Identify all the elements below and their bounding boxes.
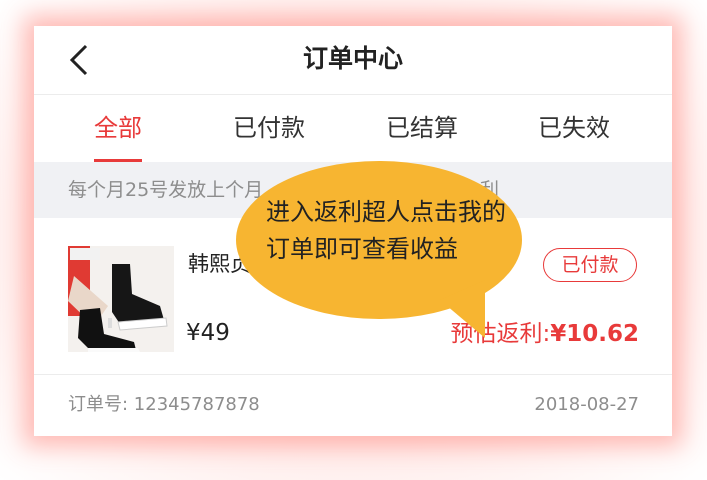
status-badge: 已付款 <box>543 248 637 282</box>
tooltip-text: 进入返利超人点击我的订单即可查看收益 <box>266 198 506 263</box>
product-price: ¥49 <box>186 320 230 346</box>
tab-paid[interactable]: 已付款 <box>219 95 319 161</box>
product-image <box>68 246 174 352</box>
page-title: 订单中心 <box>302 44 403 73</box>
order-footer: 订单号: 12345787878 2018-08-27 <box>34 375 672 436</box>
tab-invalid[interactable]: 已失效 <box>524 95 624 161</box>
nav-bar: 订单中心 <box>34 26 672 95</box>
tab-bar: 全部 已付款 已结算 已失效 <box>34 95 672 161</box>
rebate-value: ¥10.62 <box>550 321 639 347</box>
notice-text: 每个月25号发放上个月 <box>68 179 264 201</box>
order-date: 2018-08-27 <box>534 394 639 415</box>
tab-settled[interactable]: 已结算 <box>372 95 472 161</box>
order-number: 订单号: 12345787878 <box>68 394 260 415</box>
tab-all[interactable]: 全部 <box>69 95 167 161</box>
product-thumbnail[interactable] <box>68 246 174 352</box>
